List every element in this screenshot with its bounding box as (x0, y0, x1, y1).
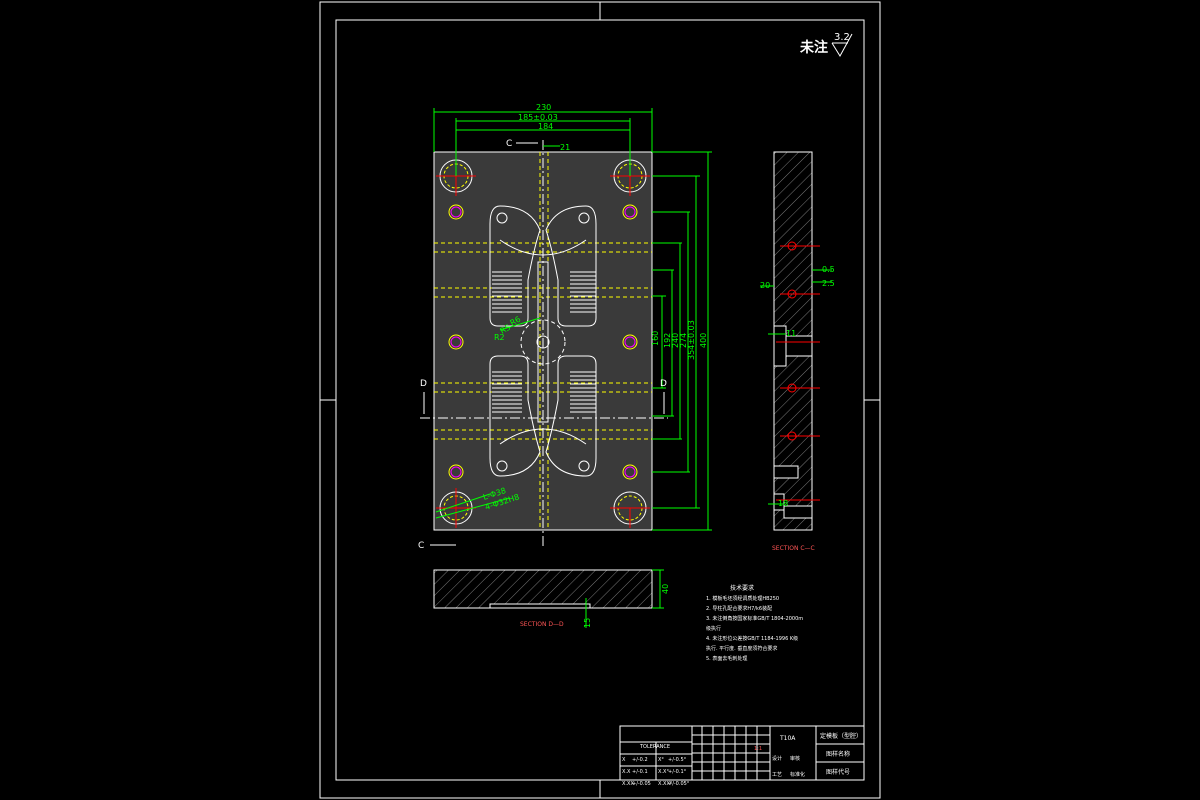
note-line: 级执行 (706, 625, 721, 632)
main-plate-view (420, 140, 668, 548)
cut-label-c-bottom: C (418, 541, 424, 551)
dim-hole-spacing: 185±0.03 (518, 113, 558, 122)
note-line: 2. 导柱孔配合要求H7/k6装配 (706, 605, 772, 612)
cut-label-d-right: D (660, 379, 667, 389)
dim-right-5: 354±0.03 (687, 320, 696, 360)
tolerance-cell: X° (658, 757, 664, 763)
title-block-text: TOLERANCE X +/-0.2 X° +/-0.5°X.X +/-0.1 X.X° +… (622, 732, 862, 787)
section-cc-view: 20 0.5 2.5 11 18 SECTION C—C (760, 151, 835, 552)
section-dd-label: SECTION D—D (520, 621, 564, 628)
sign-label-review: 审核 (790, 755, 800, 762)
sign-label-design: 设计 (772, 755, 782, 762)
part-name-text: 定模板（型腔） (820, 732, 862, 740)
section-cc-dim-right1: 0.5 (822, 265, 835, 274)
section-cc-dim-left: 20 (760, 281, 770, 290)
note-line: 1. 模板毛坯须经调质处理HB250 (706, 595, 779, 602)
dim-right-1: 160 (651, 331, 660, 346)
note-line: 执行. 平行度. 垂直度须符合要求 (706, 645, 777, 652)
dim-overall-width: 230 (536, 103, 551, 112)
tolerance-cell: +/-0.1 (632, 769, 648, 775)
section-dd-thickness: 40 (661, 584, 670, 594)
scale-label: 1:1 (754, 746, 762, 752)
notes-title: 技术要求 (730, 584, 754, 592)
technical-notes: 技术要求 1. 模板毛坯须经调质处理HB250 2. 导柱孔配合要求H7/k6装配… (706, 584, 803, 662)
section-dd-depth: 15 (583, 618, 592, 628)
tolerance-cell: +/-0.1° (668, 769, 687, 775)
material-text: T10A (779, 735, 796, 742)
tolerance-cell: +/-0.05 (632, 781, 651, 787)
cad-drawing-canvas: 未注 3.2 230 185±0.03 184 21 160 192 240 2… (319, 1, 881, 799)
dim-center-spacing: 184 (538, 122, 553, 131)
tolerance-cell: X.X (622, 769, 631, 775)
surface-note-text: 未注 (800, 39, 828, 56)
note-line: 4. 未注形位公差按GB/T 1184-1996 K级 (706, 635, 798, 642)
sign-label-process: 工艺 (772, 772, 782, 778)
tolerance-header: TOLERANCE (639, 744, 670, 750)
section-cc-dim-right2: 2.5 (822, 279, 835, 288)
dim-offset: 21 (560, 143, 570, 152)
surface-roughness-note: 未注 3.2 (800, 32, 853, 57)
tolerance-cell: +/-0.2 (632, 757, 648, 763)
note-line: 5. 表面去毛刺处理 (706, 655, 747, 662)
tolerance-cell: X (622, 757, 626, 763)
dim-right-6: 400 (699, 333, 708, 348)
dim-radius-3: R2 (494, 333, 505, 342)
section-cc-label: SECTION C—C (772, 545, 815, 552)
drawing-code-label: 图样代号 (826, 768, 850, 776)
cut-label-c-top: C (506, 139, 512, 149)
section-cc-mark2: 18 (778, 499, 788, 508)
section-cc-mark1: 11 (786, 329, 796, 338)
cut-label-d-left: D (420, 379, 427, 389)
tolerance-cell: +/-0.05° (668, 781, 690, 787)
tolerance-cell: +/-0.5° (668, 757, 687, 763)
sign-label-standard: 标准化 (790, 771, 805, 778)
note-line: 3. 未注倒角按国家标准GB/T 1804-2000m (706, 615, 803, 622)
section-dd-view: 40 15 SECTION D—D (433, 569, 670, 628)
drawing-name-label: 图样名称 (826, 750, 850, 758)
